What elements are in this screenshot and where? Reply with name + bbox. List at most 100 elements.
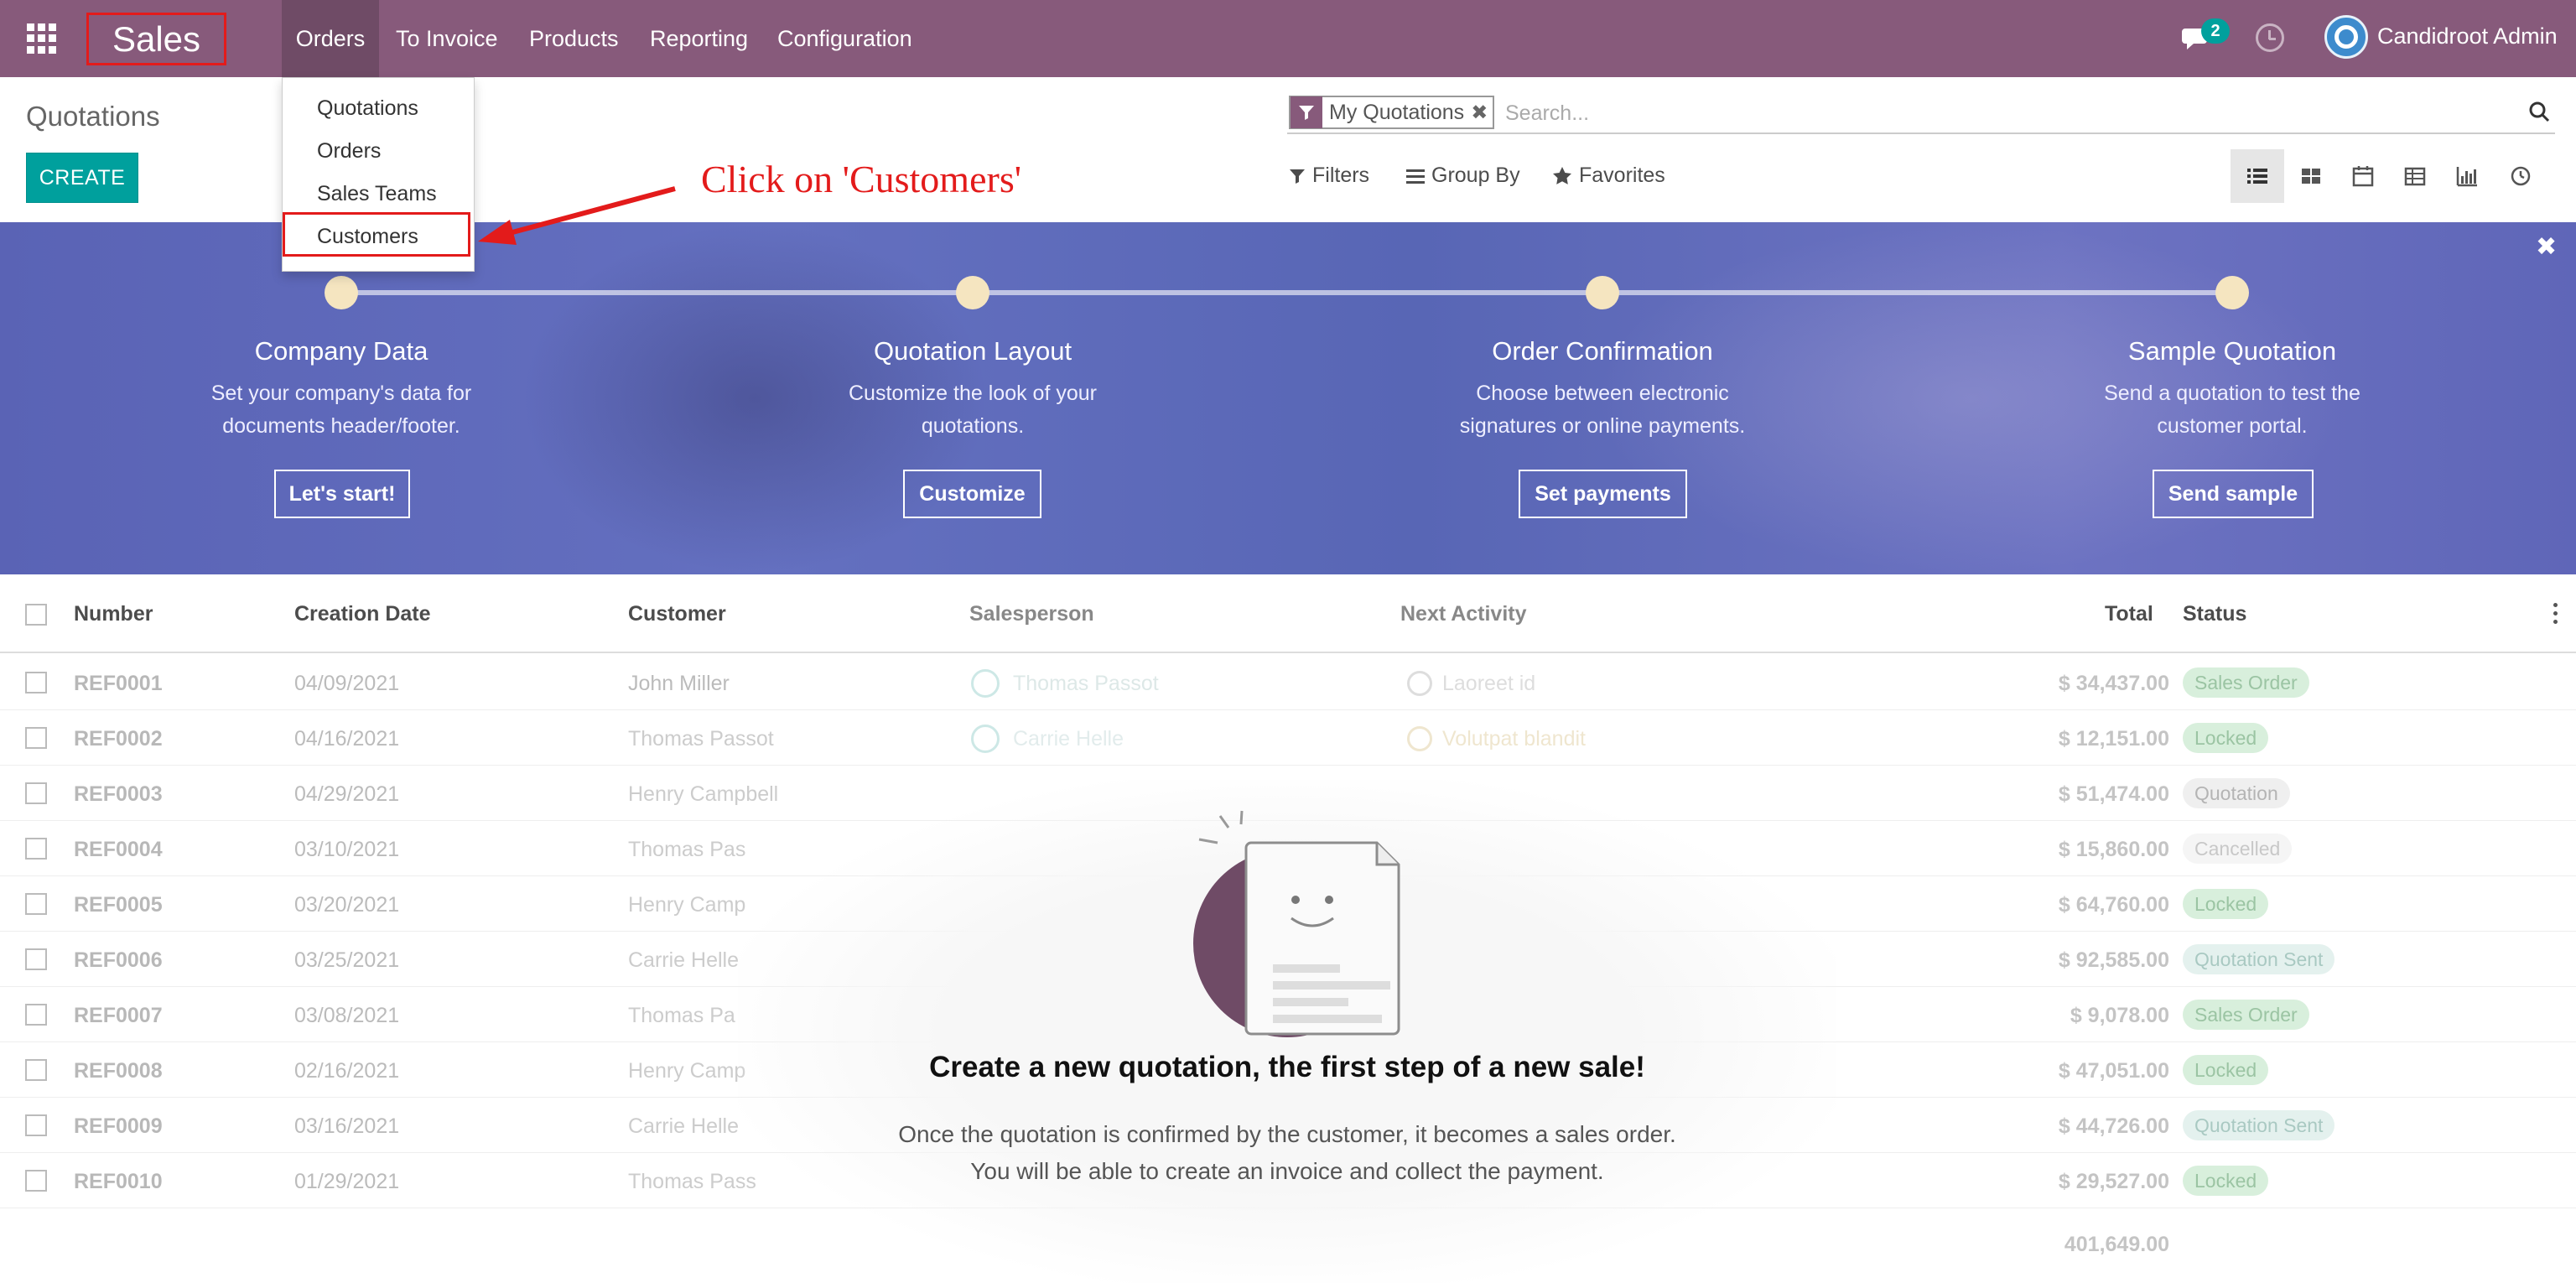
- row-checkbox[interactable]: [25, 1114, 47, 1136]
- activity-clock-icon[interactable]: [2256, 23, 2284, 52]
- column-header-number[interactable]: Number: [74, 602, 153, 626]
- status-badge: Quotation Sent: [2183, 944, 2335, 974]
- groupby-button[interactable]: Group By: [1406, 164, 1520, 188]
- search-icon[interactable]: [2528, 101, 2550, 122]
- row-checkbox[interactable]: [25, 672, 47, 693]
- kanban-view-button[interactable]: [2284, 149, 2338, 203]
- cell-date: 03/25/2021: [294, 948, 400, 972]
- cell-customer: Thomas Passot: [628, 727, 774, 751]
- user-avatar[interactable]: [2324, 15, 2368, 59]
- search-input[interactable]: [1505, 97, 2511, 129]
- step-dot: [956, 276, 989, 309]
- cell-total: $ 64,760.00: [2058, 893, 2169, 917]
- table-header: Number Creation Date Customer Salesperso…: [0, 574, 2576, 653]
- cell-total: $ 29,527.00: [2058, 1170, 2169, 1193]
- menu-configuration[interactable]: Configuration: [761, 0, 929, 77]
- step-title: Order Confirmation: [1492, 336, 1713, 366]
- cell-number: REF0008: [74, 1059, 163, 1083]
- column-header-total[interactable]: Total: [2105, 602, 2153, 626]
- salesperson-avatar-icon: [971, 669, 1000, 698]
- list-view-button[interactable]: [2231, 149, 2284, 203]
- cell-customer: John Miller: [628, 672, 730, 695]
- activity-view-button[interactable]: [2494, 149, 2547, 203]
- cell-total: $ 9,078.00: [2070, 1004, 2169, 1027]
- cell-customer: Carrie Helle: [628, 948, 739, 972]
- calendar-view-button[interactable]: [2336, 149, 2390, 203]
- filters-button[interactable]: Filters: [1289, 164, 1369, 188]
- cell-number: REF0005: [74, 893, 163, 917]
- column-header-creation-date[interactable]: Creation Date: [294, 602, 431, 626]
- step-description: Send a quotation to test the customer po…: [2104, 382, 2360, 438]
- row-checkbox[interactable]: [25, 782, 47, 804]
- step-dot: [2215, 276, 2249, 309]
- groupby-label: Group By: [1431, 164, 1520, 187]
- page-title[interactable]: Quotations: [26, 101, 160, 132]
- onboarding-banner: Company Data Set your company's data for…: [0, 222, 2576, 574]
- column-header-salesperson[interactable]: Salesperson: [969, 602, 1094, 626]
- table-row[interactable]: REF0001 04/09/2021 John Miller Thomas Pa…: [0, 655, 2576, 710]
- send-sample-button[interactable]: Send sample: [2153, 470, 2314, 518]
- cell-customer: Thomas Pas: [628, 838, 746, 861]
- pivot-view-icon: [2404, 167, 2426, 186]
- cell-total: $ 44,726.00: [2058, 1114, 2169, 1138]
- cell-activity: Volutpat blandit: [1442, 727, 1586, 751]
- step-description: Customize the look of your quotations.: [849, 382, 1097, 438]
- cell-date: 04/16/2021: [294, 727, 400, 751]
- cell-salesperson: Thomas Passot: [1013, 672, 1159, 695]
- table-row[interactable]: REF0002 04/16/2021 Thomas Passot Carrie …: [0, 710, 2576, 766]
- cell-number: REF0003: [74, 782, 163, 806]
- menu-orders[interactable]: Orders: [282, 0, 379, 77]
- row-checkbox[interactable]: [25, 948, 47, 970]
- step-description: Set your company's data for documents he…: [210, 382, 472, 438]
- activity-clock-icon[interactable]: [1407, 671, 1432, 696]
- annotation-instruction: Click on 'Customers': [701, 158, 1022, 200]
- status-badge: Cancelled: [2183, 834, 2293, 864]
- set-payments-button[interactable]: Set payments: [1519, 470, 1687, 518]
- activity-clock-icon[interactable]: [1407, 726, 1432, 751]
- cell-customer: Henry Camp: [628, 1059, 746, 1083]
- close-banner-icon[interactable]: ✖: [2536, 232, 2557, 262]
- menu-to-invoice[interactable]: To Invoice: [379, 0, 515, 77]
- row-checkbox[interactable]: [25, 838, 47, 860]
- status-badge: Locked: [2183, 889, 2269, 919]
- status-badge: Quotation Sent: [2183, 1110, 2335, 1140]
- row-checkbox[interactable]: [25, 1004, 47, 1026]
- status-badge: Locked: [2183, 723, 2269, 753]
- apps-menu-icon[interactable]: [27, 23, 57, 54]
- graph-view-button[interactable]: [2440, 149, 2494, 203]
- user-menu-name[interactable]: Candidroot Admin: [2377, 23, 2558, 49]
- customize-button[interactable]: Customize: [903, 470, 1041, 518]
- favorites-button[interactable]: Favorites: [1552, 164, 1665, 188]
- pivot-view-button[interactable]: [2388, 149, 2442, 203]
- row-checkbox[interactable]: [25, 893, 47, 915]
- dropdown-item-sales-teams[interactable]: Sales Teams: [317, 182, 437, 206]
- status-badge: Sales Order: [2183, 1000, 2309, 1030]
- salesperson-avatar-icon: [971, 725, 1000, 753]
- dropdown-item-orders[interactable]: Orders: [317, 139, 381, 164]
- dropdown-item-quotations[interactable]: Quotations: [317, 96, 418, 121]
- create-button[interactable]: CREATE: [26, 153, 138, 203]
- row-checkbox[interactable]: [25, 1170, 47, 1192]
- menu-products[interactable]: Products: [512, 0, 636, 77]
- kanban-view-icon: [2302, 169, 2320, 184]
- lets-start-button[interactable]: Let's start!: [274, 470, 410, 518]
- filter-facet-icon: [1291, 96, 1322, 128]
- step-title: Company Data: [254, 336, 428, 366]
- column-header-status[interactable]: Status: [2183, 602, 2246, 626]
- facet-label: My Quotations: [1329, 100, 1465, 124]
- cell-total: $ 34,437.00: [2058, 672, 2169, 695]
- app-brand[interactable]: Sales: [86, 13, 226, 65]
- empty-state-description: Once the quotation is confirmed by the c…: [738, 1116, 1836, 1190]
- row-checkbox[interactable]: [25, 1059, 47, 1081]
- facet-remove-icon[interactable]: ✖: [1471, 101, 1493, 125]
- column-header-next-activity[interactable]: Next Activity: [1400, 602, 1527, 626]
- select-all-checkbox[interactable]: [25, 604, 47, 626]
- cell-activity: Laoreet id: [1442, 672, 1536, 695]
- column-header-customer[interactable]: Customer: [628, 602, 726, 626]
- row-checkbox[interactable]: [25, 727, 47, 749]
- optional-columns-icon[interactable]: [2553, 603, 2558, 626]
- cell-date: 03/20/2021: [294, 893, 400, 917]
- menu-reporting[interactable]: Reporting: [633, 0, 765, 77]
- cell-customer: Thomas Pa: [628, 1004, 735, 1027]
- cell-salesperson: Carrie Helle: [1013, 727, 1124, 751]
